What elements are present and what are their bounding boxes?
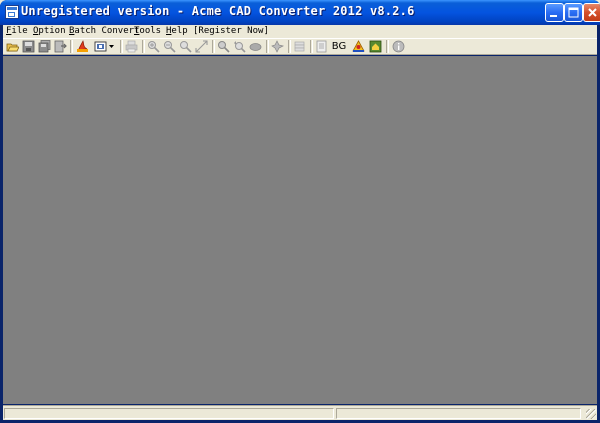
save-button[interactable]: [21, 39, 36, 54]
pan-icon: [249, 43, 262, 51]
menu-file-label: ile: [11, 26, 28, 36]
app-icon[interactable]: [5, 5, 19, 19]
pdf-convert-icon: [77, 40, 88, 52]
zoom-window-icon: [218, 41, 230, 53]
toolbar-separator: [142, 40, 145, 53]
status-bar: [3, 405, 597, 420]
pdf-convert-button[interactable]: [75, 39, 90, 54]
zoom-in-button[interactable]: [146, 39, 161, 54]
toolbar-separator: [212, 40, 215, 53]
drawing-canvas[interactable]: [3, 56, 597, 404]
save-icon: [22, 40, 35, 53]
batch-convert-button[interactable]: [93, 39, 108, 54]
batch-convert-dropdown[interactable]: [107, 39, 116, 54]
zoom-previous-button[interactable]: [232, 39, 247, 54]
menu-help[interactable]: Help: [166, 25, 188, 38]
layers-button[interactable]: [292, 39, 307, 54]
title-bar[interactable]: Unregistered version - Acme CAD Converte…: [0, 0, 600, 25]
menu-tools[interactable]: Tools: [134, 25, 161, 38]
status-pane-secondary: [336, 408, 581, 419]
close-icon: [588, 8, 597, 17]
maximize-icon: [568, 7, 579, 18]
info-icon: [392, 40, 405, 53]
print-button[interactable]: [124, 39, 139, 54]
layer-icon: [294, 41, 305, 52]
toolbar: BG: [3, 38, 597, 55]
print-icon: [125, 40, 138, 53]
app-window: Unregistered version - Acme CAD Converte…: [0, 0, 600, 423]
bg-toggle[interactable]: BG: [330, 39, 348, 54]
about-button[interactable]: [391, 39, 406, 54]
menu-register-now[interactable]: [Register Now]: [193, 25, 269, 38]
close-button[interactable]: [583, 3, 600, 22]
window-title: Unregistered version - Acme CAD Converte…: [21, 4, 415, 18]
toolbar-separator: [70, 40, 73, 53]
menu-batch-label: atch Convert: [74, 26, 140, 36]
home-button[interactable]: [368, 39, 383, 54]
resize-grip[interactable]: [586, 409, 596, 419]
zoom-in-icon: [148, 41, 160, 53]
zoom-out-icon: [164, 41, 176, 53]
measure-icon: [352, 40, 365, 52]
minimize-button[interactable]: [545, 3, 564, 22]
save-all-button[interactable]: [37, 39, 52, 54]
toolbar-separator: [310, 40, 313, 53]
list-button[interactable]: [314, 39, 329, 54]
zoom-previous-icon: [234, 41, 246, 53]
toolbar-separator: [386, 40, 389, 53]
measure-button[interactable]: [351, 39, 366, 54]
zoom-window-button[interactable]: [216, 39, 231, 54]
minimize-icon: [550, 15, 557, 17]
menu-tools-label: ools: [139, 26, 162, 36]
toolbar-separator: [266, 40, 269, 53]
maximize-button[interactable]: [564, 3, 583, 22]
zoom-extents-button[interactable]: [194, 39, 209, 54]
zoom-realtime-button[interactable]: [178, 39, 193, 54]
save-all-icon: [38, 40, 51, 53]
open-button[interactable]: [5, 39, 20, 54]
toolbar-separator: [120, 40, 123, 53]
pan-button[interactable]: [248, 39, 263, 54]
wand-icon: [271, 40, 284, 53]
status-pane-main: [4, 408, 334, 419]
menu-option[interactable]: Option: [33, 25, 66, 38]
menu-bar: File Option Batch Convert Tools Help [Re…: [3, 25, 597, 38]
export-button[interactable]: [53, 39, 68, 54]
menu-file[interactable]: File: [6, 25, 28, 38]
batch-convert-icon: [94, 41, 107, 52]
home-icon: [369, 40, 382, 53]
menu-help-label: elp: [171, 26, 188, 36]
menu-batch-convert[interactable]: Batch Convert: [69, 25, 139, 38]
export-icon: [54, 40, 67, 53]
list-icon: [316, 40, 327, 53]
chevron-down-icon: [109, 45, 114, 48]
open-icon: [6, 43, 19, 52]
menu-option-label: ption: [38, 26, 66, 36]
zoom-out-button[interactable]: [162, 39, 177, 54]
zoom-realtime-icon: [180, 41, 192, 53]
magic-tool-button[interactable]: [270, 39, 285, 54]
zoom-extents-icon: [195, 40, 208, 53]
toolbar-separator: [288, 40, 291, 53]
